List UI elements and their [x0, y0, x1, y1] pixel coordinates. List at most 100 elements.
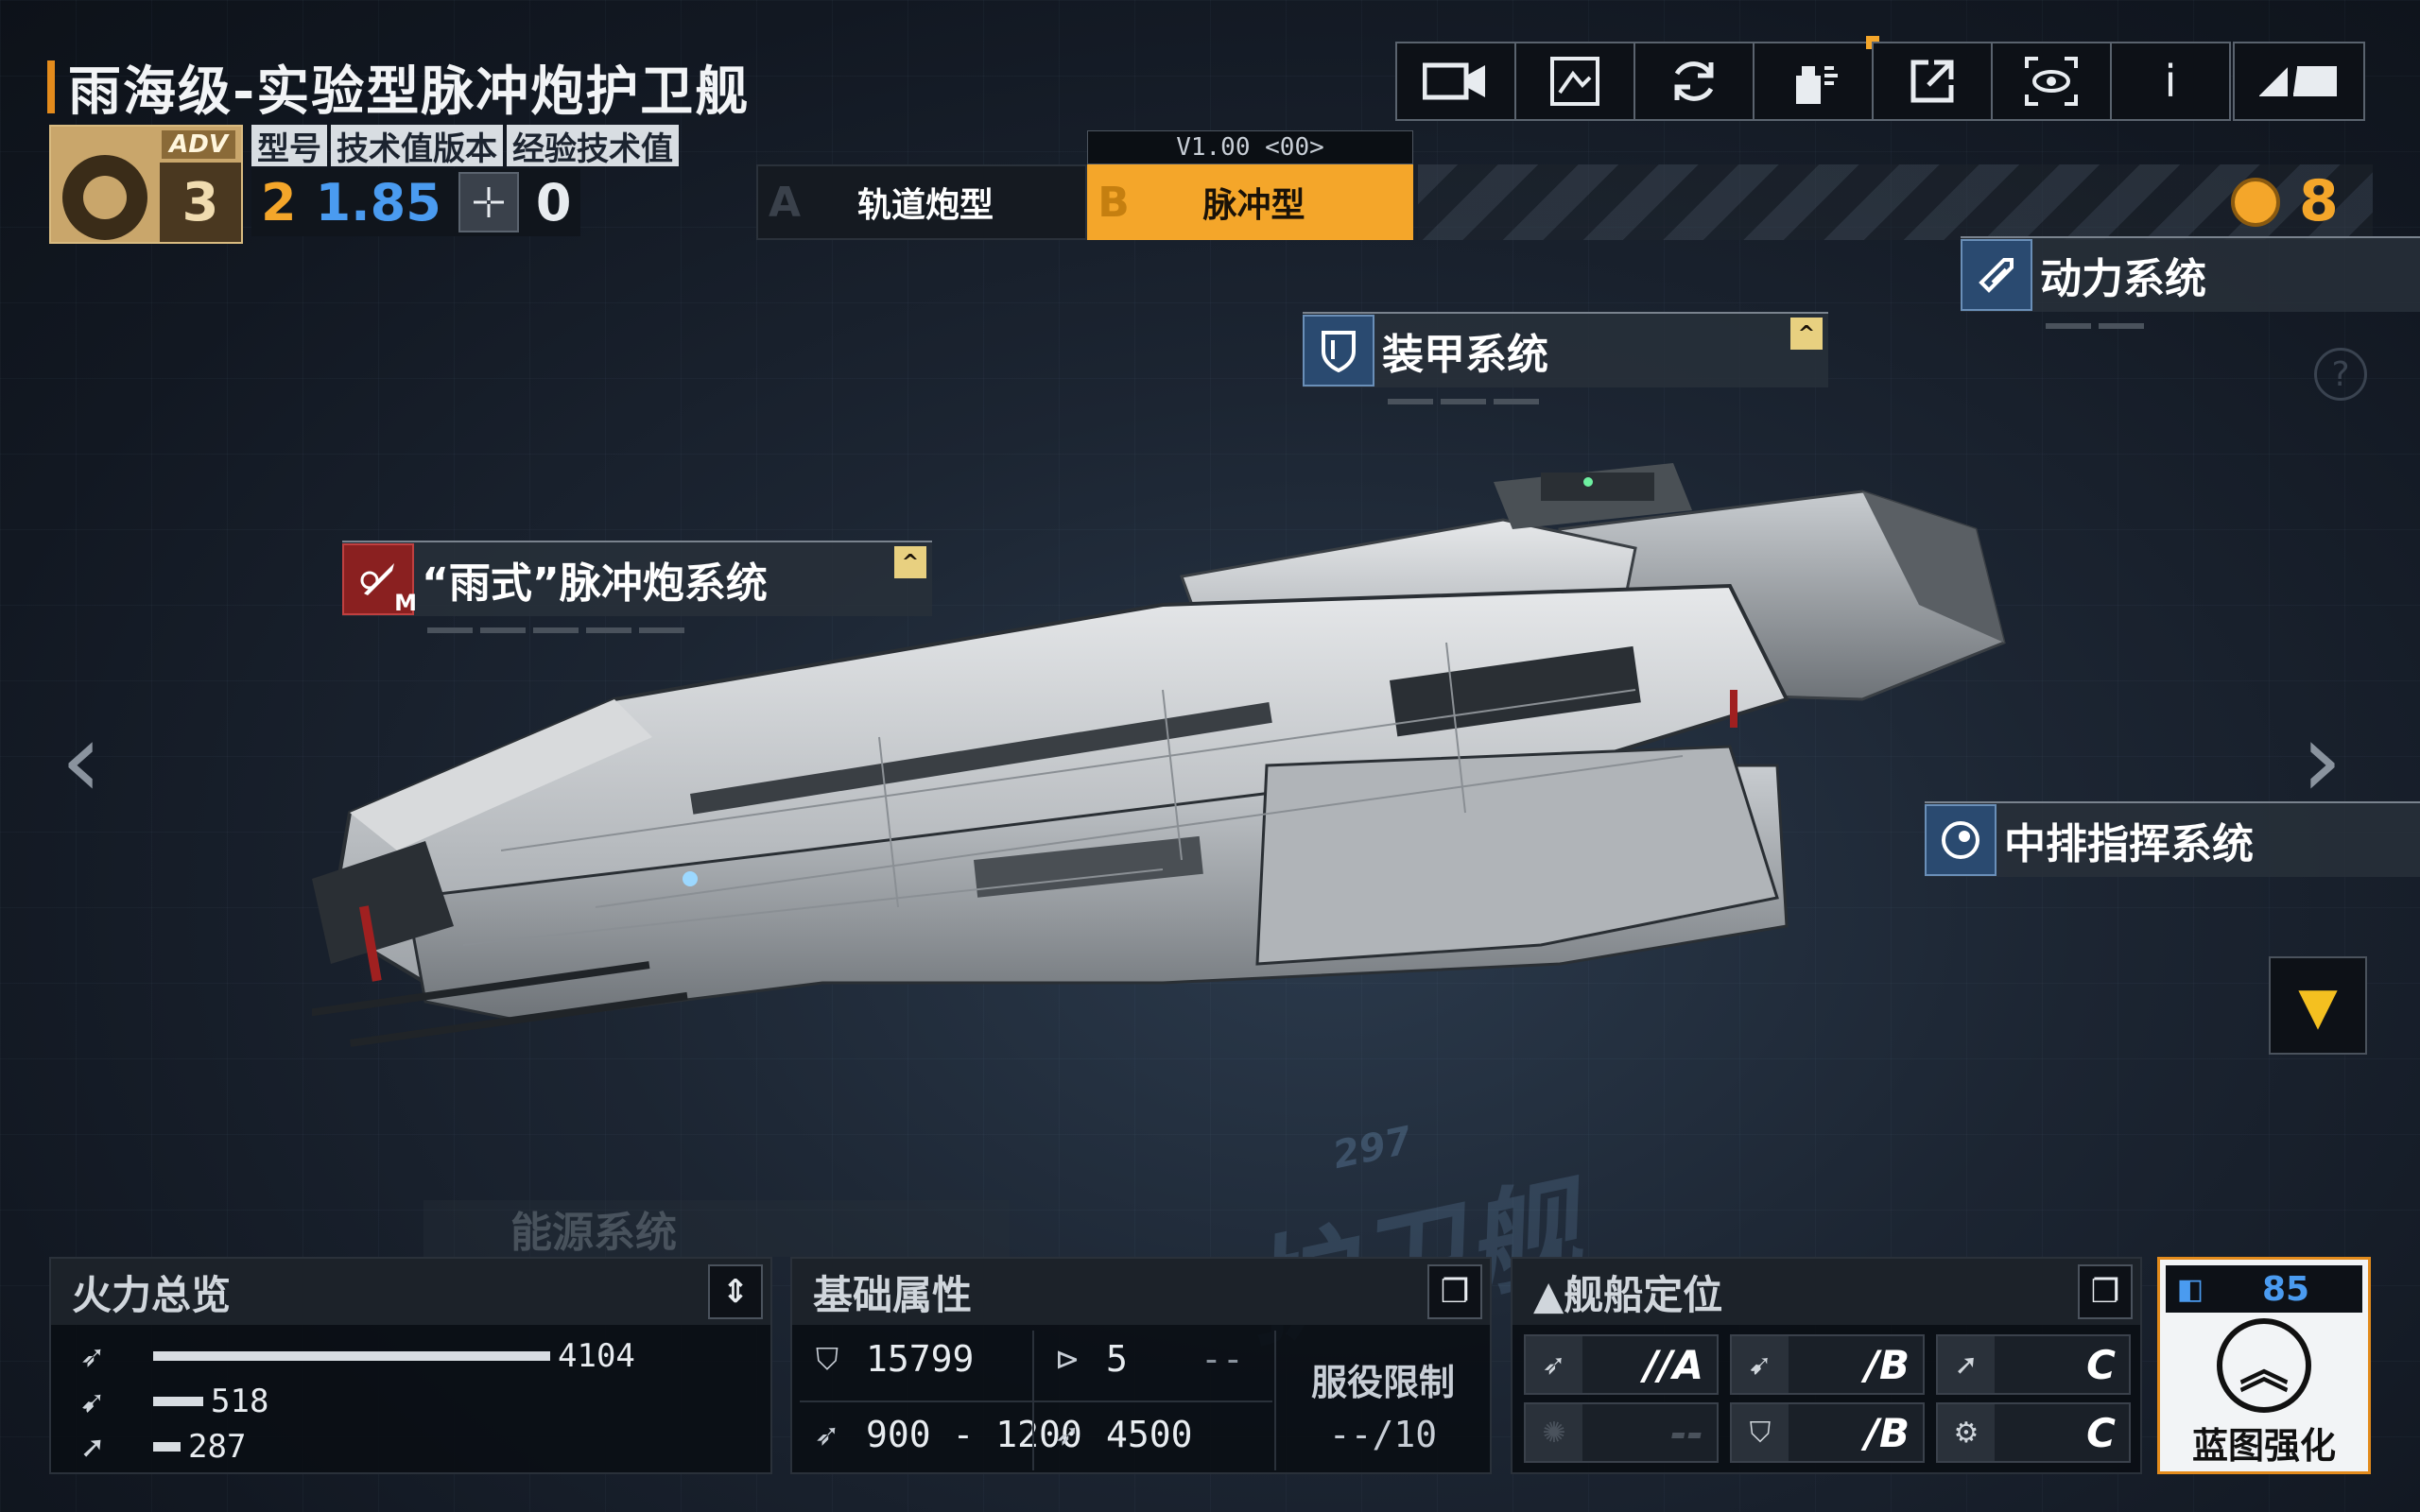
- base-attributes-header: 基础属性 ❐: [792, 1259, 1490, 1325]
- role-cell[interactable]: ➶ //A: [1524, 1334, 1719, 1395]
- firepower-row: ➶ 4104: [70, 1336, 635, 1376]
- armor-slot-icon: ⊳: [1054, 1341, 1080, 1377]
- variant-b-letter: B: [1098, 178, 1130, 227]
- service-limit-label: 服役限制: [1310, 1362, 1455, 1403]
- speed-cell: ➶ 900 - 1200: [807, 1414, 1082, 1455]
- power-system-ticks: [2046, 323, 2144, 329]
- role-grade: //A: [1643, 1341, 1703, 1388]
- anti-ship-icon: ➶: [79, 1338, 106, 1374]
- crosshair-icon[interactable]: [458, 172, 519, 232]
- divider: [800, 1400, 1272, 1402]
- role-grade: --: [1670, 1409, 1703, 1456]
- back-icon[interactable]: [2233, 42, 2365, 121]
- medal-count: 8: [2299, 168, 2339, 234]
- shield-icon: ⛉: [815, 1340, 838, 1377]
- expand-toggle-icon[interactable]: ⇕: [708, 1264, 763, 1319]
- upgrade-arrow-icon: ︽: [2217, 1318, 2311, 1413]
- previous-ship-arrow-icon[interactable]: ‹: [60, 699, 102, 820]
- role-grade: /B: [1864, 1341, 1910, 1388]
- info-icon[interactable]: i: [2110, 42, 2231, 121]
- firepower-row: ➚ 287: [70, 1427, 247, 1467]
- eye-scan-icon[interactable]: [1991, 42, 2112, 121]
- role-cell[interactable]: ⚙ C: [1936, 1402, 2131, 1463]
- command-system-name: 中排指挥系统: [2004, 820, 2254, 868]
- title-accent: [47, 60, 55, 113]
- siege-icon: ➚: [79, 1429, 106, 1465]
- anti-air-icon: ➹: [1732, 1336, 1789, 1393]
- paint-spray-icon[interactable]: [1753, 36, 1879, 121]
- role-cell[interactable]: ➚ C: [1936, 1334, 2131, 1395]
- divider: [1274, 1331, 1276, 1470]
- blueprint-chip-icon: ◧: [2176, 1272, 2204, 1306]
- upgrade-chevron-icon: ^: [1790, 318, 1823, 350]
- tech-version-value: 1.85: [315, 172, 441, 232]
- blueprint-label: 蓝图强化: [2191, 1425, 2336, 1467]
- positioning-header: ▲舰船定位 ❐: [1512, 1259, 2140, 1325]
- firepower-panel: 火力总览 ⇕ ➶ 4104 ➹ 518 ➚ 287: [49, 1257, 772, 1474]
- warp-speed-icon: ➶: [1054, 1417, 1080, 1452]
- siege-icon: ➚: [1938, 1336, 1995, 1393]
- model-value: 2: [261, 172, 297, 232]
- collapse-down-icon[interactable]: ▼: [2269, 956, 2367, 1055]
- armor-extra-value: --: [1201, 1338, 1244, 1380]
- medal-icon: [2231, 178, 2280, 227]
- role-cell[interactable]: ➹ /B: [1730, 1334, 1925, 1395]
- help-icon[interactable]: ?: [2314, 348, 2367, 401]
- armor-slot-cell: ⊳ 5 --: [1047, 1338, 1244, 1380]
- power-system-icon: [1961, 239, 2032, 311]
- gear-icon: ⚙: [1938, 1404, 1995, 1461]
- popout-icon[interactable]: ❐: [1427, 1264, 1482, 1319]
- next-ship-arrow-icon[interactable]: ›: [2301, 699, 2342, 820]
- hp-cell: ⛉ 15799: [807, 1338, 974, 1380]
- firepower-bar: [153, 1442, 181, 1452]
- firepower-header: 火力总览 ⇕: [51, 1259, 770, 1325]
- role-cell[interactable]: ⛉ /B: [1730, 1402, 1925, 1463]
- power-system-label[interactable]: 动力系统: [1961, 236, 2420, 329]
- adv-rank-badge[interactable]: ADV 3: [49, 125, 243, 244]
- header-tech-version: 技术值版本: [331, 125, 503, 168]
- adv-tag: ADV: [162, 130, 235, 159]
- header-exp-tech: 经验技术值: [507, 125, 679, 168]
- adv-level: 3: [160, 163, 241, 242]
- armor-slots-value: 5: [1106, 1338, 1128, 1380]
- popout-icon[interactable]: ❐: [2078, 1264, 2133, 1319]
- warp-speed-value: 4500: [1106, 1414, 1193, 1455]
- share-icon[interactable]: [1872, 42, 1993, 121]
- stat-headers: 型号 技术值版本 经验技术值: [251, 125, 679, 168]
- blueprint-icon[interactable]: [1514, 42, 1635, 121]
- header-model: 型号: [251, 125, 327, 168]
- variant-a-letter: A: [768, 178, 802, 227]
- exp-tech-value: 0: [535, 172, 572, 232]
- video-camera-icon[interactable]: [1395, 42, 1516, 121]
- role-grade: /B: [1864, 1409, 1910, 1456]
- energy-system-label[interactable]: 能源系统: [424, 1200, 1010, 1257]
- positioning-title: ▲舰船定位: [1533, 1271, 1723, 1318]
- firepower-row: ➹ 518: [70, 1382, 269, 1421]
- ship-model[interactable]: [312, 454, 2032, 1058]
- variant-b-tab[interactable]: B 脉冲型: [1087, 164, 1413, 240]
- variant-a-name: 轨道炮型: [856, 186, 994, 225]
- variant-a-tab[interactable]: A 轨道炮型: [756, 164, 1087, 240]
- role-cell[interactable]: ✺ --: [1524, 1402, 1719, 1463]
- refresh-icon[interactable]: [1634, 42, 1754, 121]
- speed-icon: ➶: [814, 1417, 840, 1452]
- armor-system-ticks: [1388, 399, 1539, 404]
- variant-b-name: 脉冲型: [1202, 186, 1305, 225]
- firepower-value: 518: [211, 1383, 269, 1420]
- service-limit-value: --/10: [1328, 1414, 1438, 1455]
- firepower-title: 火力总览: [72, 1271, 232, 1318]
- shield-icon: [1303, 315, 1374, 387]
- anti-air-icon: ➹: [79, 1383, 106, 1419]
- title-bar: 雨海级-实验型脉冲炮护卫舰: [47, 55, 750, 123]
- blueprint-header: ◧ 85: [2166, 1265, 2362, 1313]
- support-icon: ✺: [1526, 1404, 1582, 1461]
- blueprint-enhance-button[interactable]: ◧ 85 ︽ 蓝图强化: [2157, 1257, 2371, 1474]
- warp-cell: ➶ 4500: [1047, 1414, 1193, 1455]
- firepower-bar: [153, 1397, 203, 1406]
- role-grade: C: [2086, 1341, 2116, 1388]
- defense-icon: ⛉: [1732, 1404, 1789, 1461]
- firepower-bar: [153, 1351, 550, 1361]
- header-stripes: [1418, 164, 2373, 240]
- armor-system-name: 装甲系统: [1382, 331, 1548, 379]
- armor-system-label[interactable]: 装甲系统 ^: [1303, 312, 1828, 404]
